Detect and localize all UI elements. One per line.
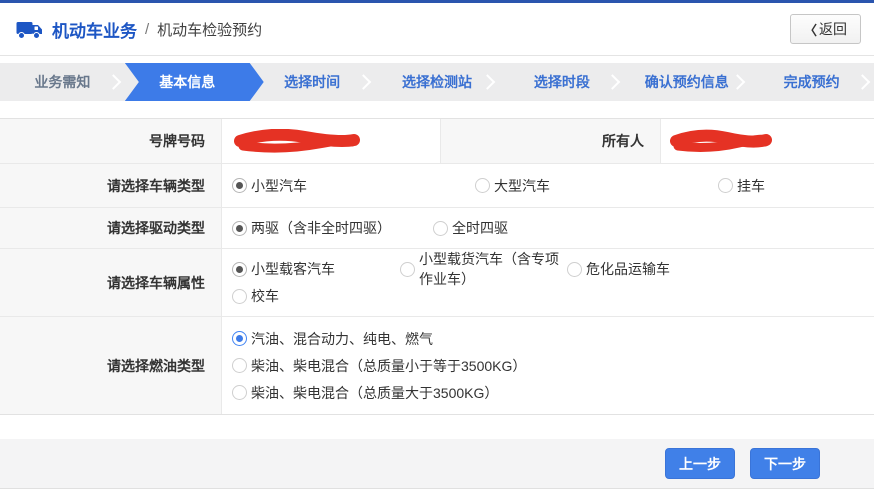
radio-selected-icon[interactable] bbox=[232, 178, 247, 193]
previous-step-button[interactable]: 上一步 bbox=[665, 448, 735, 479]
radio-selected-icon[interactable] bbox=[232, 262, 247, 277]
back-chevron-icon: 〈 bbox=[804, 20, 817, 39]
plate-number-label: 号牌号码 bbox=[0, 119, 222, 163]
fuel-type-label: 请选择燃油类型 bbox=[0, 317, 222, 414]
next-step-button[interactable]: 下一步 bbox=[750, 448, 820, 479]
truck-icon bbox=[16, 18, 43, 40]
step-confirm-info[interactable]: 确认预约信息 bbox=[624, 63, 749, 101]
back-button-label: 返回 bbox=[819, 19, 847, 39]
radio-selected-icon[interactable] bbox=[232, 331, 247, 346]
drive-type-label: 请选择驱动类型 bbox=[0, 208, 222, 248]
radio-option-large-car[interactable]: 大型汽车 bbox=[475, 176, 718, 196]
row-drive-type: 请选择驱动类型 两驱（含非全时四驱） 全时四驱 bbox=[0, 208, 874, 249]
chevron-right-icon bbox=[855, 74, 871, 90]
radio-unselected-icon[interactable] bbox=[232, 289, 247, 304]
redaction-scribble-icon bbox=[669, 129, 773, 153]
row-vehicle-attribute: 请选择车辆属性 小型载客汽车 小型载货汽车（含专项作业车） 危化品运输车 bbox=[0, 249, 874, 317]
back-button[interactable]: 〈 返回 bbox=[790, 14, 861, 44]
radio-unselected-icon[interactable] bbox=[232, 385, 247, 400]
row-fuel-type: 请选择燃油类型 汽油、混合动力、纯电、燃气 柴油、柴电混合（总质量小于等于350… bbox=[0, 317, 874, 414]
radio-unselected-icon[interactable] bbox=[400, 262, 415, 277]
vehicle-type-label: 请选择车辆类型 bbox=[0, 164, 222, 207]
chevron-right-icon bbox=[605, 74, 621, 90]
radio-unselected-icon[interactable] bbox=[232, 358, 247, 373]
step-select-slot[interactable]: 选择时段 bbox=[499, 63, 624, 101]
owner-value bbox=[660, 119, 874, 163]
radio-option-school-bus[interactable]: 校车 bbox=[232, 286, 279, 306]
owner-label: 所有人 bbox=[440, 119, 660, 163]
radio-option-small-passenger[interactable]: 小型载客汽车 bbox=[232, 259, 400, 279]
step-progress-bar: 业务需知 基本信息 选择时间 选择检测站 选择时段 确认预约信息 完成预约 bbox=[0, 63, 874, 101]
radio-option-trailer[interactable]: 挂车 bbox=[718, 176, 874, 196]
radio-selected-icon[interactable] bbox=[232, 221, 247, 236]
radio-option-full-time-4wd[interactable]: 全时四驱 bbox=[433, 218, 508, 238]
page-header: 机动车业务 / 机动车检验预约 〈 返回 bbox=[0, 3, 874, 56]
radio-unselected-icon[interactable] bbox=[567, 262, 582, 277]
step-select-time[interactable]: 选择时间 bbox=[250, 63, 375, 101]
step-select-station[interactable]: 选择检测站 bbox=[375, 63, 500, 101]
radio-option-diesel-under-3500kg[interactable]: 柴油、柴电混合（总质量小于等于3500KG） bbox=[232, 356, 526, 376]
step-complete[interactable]: 完成预约 bbox=[749, 63, 874, 101]
plate-number-value bbox=[222, 119, 440, 163]
breadcrumb-current: 机动车检验预约 bbox=[157, 19, 262, 40]
action-bar: 上一步 下一步 bbox=[0, 439, 874, 489]
radio-option-diesel-over-3500kg[interactable]: 柴油、柴电混合（总质量大于3500KG） bbox=[232, 383, 498, 403]
step-business-notice[interactable]: 业务需知 bbox=[0, 63, 125, 101]
step-basic-info[interactable]: 基本信息 bbox=[125, 63, 250, 101]
radio-unselected-icon[interactable] bbox=[475, 178, 490, 193]
redaction-scribble-icon bbox=[233, 129, 361, 153]
row-plate-owner: 号牌号码 所有人 bbox=[0, 119, 874, 164]
chevron-right-icon bbox=[730, 74, 746, 90]
radio-option-small-car[interactable]: 小型汽车 bbox=[232, 176, 475, 196]
radio-option-two-wheel-drive[interactable]: 两驱（含非全时四驱） bbox=[232, 218, 433, 238]
chevron-right-icon bbox=[106, 74, 122, 90]
radio-option-gasoline-hybrid-electric-gas[interactable]: 汽油、混合动力、纯电、燃气 bbox=[232, 329, 433, 349]
page-title: 机动车业务 bbox=[52, 17, 137, 42]
radio-unselected-icon[interactable] bbox=[433, 221, 448, 236]
radio-unselected-icon[interactable] bbox=[718, 178, 733, 193]
vehicle-attribute-label: 请选择车辆属性 bbox=[0, 249, 222, 316]
breadcrumb-separator: / bbox=[145, 21, 149, 38]
radio-option-hazmat-transport[interactable]: 危化品运输车 bbox=[567, 259, 670, 279]
chevron-right-icon bbox=[480, 74, 496, 90]
appointment-form: 号牌号码 所有人 请选择车辆类型 小型汽车 大型汽车 bbox=[0, 118, 874, 415]
row-vehicle-type: 请选择车辆类型 小型汽车 大型汽车 挂车 bbox=[0, 164, 874, 208]
chevron-right-icon bbox=[355, 74, 371, 90]
